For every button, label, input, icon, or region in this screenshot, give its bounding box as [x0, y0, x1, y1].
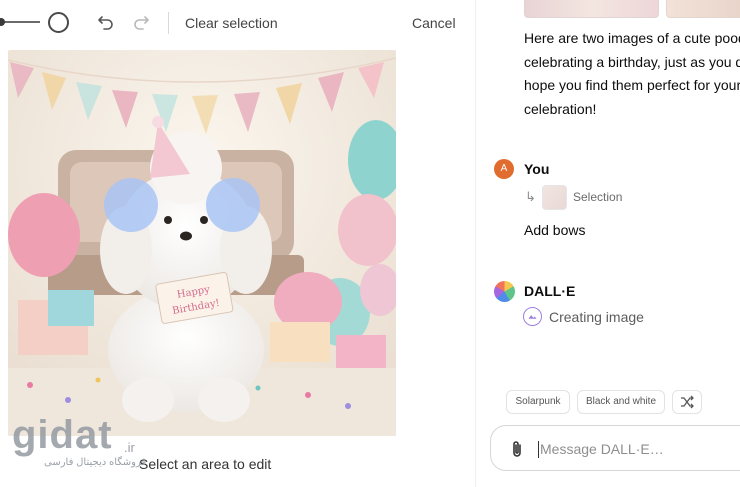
brush-size-slider-thumb[interactable]	[48, 12, 69, 33]
suggestion-chip-black-and-white[interactable]: Black and white	[577, 390, 665, 414]
reply-line: hope you find them perfect for your	[524, 77, 740, 93]
watermark-logo: gidat	[12, 413, 113, 457]
reply-arrow-icon: ↳	[525, 189, 536, 204]
chat-pane: Here are two images of a cute poodle cel…	[476, 0, 740, 487]
creating-image-status: Creating image	[549, 309, 644, 325]
user-avatar: A	[494, 159, 514, 179]
message-input[interactable]	[540, 438, 740, 460]
image-editor-pane: Clear selection Cancel Happy Birthday! S…	[0, 0, 476, 487]
watermark-tagline: فروشگاه دیجیتال فارسی	[44, 457, 147, 468]
undo-icon[interactable]	[96, 12, 116, 32]
reply-line: Here are two images of a cute poodle	[524, 30, 740, 46]
editor-toolbar: Clear selection Cancel	[0, 0, 476, 46]
reply-line: celebration!	[524, 100, 597, 117]
poodle-birthday-image: Happy Birthday!	[8, 50, 396, 436]
message-composer	[490, 425, 740, 471]
toolbar-divider	[168, 12, 169, 34]
suggestion-chip-solarpunk[interactable]: Solarpunk	[506, 390, 570, 414]
user-name: You	[524, 161, 550, 177]
brush-size-min-dot	[0, 18, 5, 26]
assistant-name: DALL·E	[524, 283, 576, 299]
creating-image-icon	[523, 307, 542, 326]
text-caret	[538, 441, 539, 458]
generated-image-thumbnail-1[interactable]	[524, 0, 659, 18]
clear-selection-button[interactable]: Clear selection	[185, 15, 278, 31]
selection-brush-mark-right[interactable]	[206, 178, 260, 232]
cancel-button[interactable]: Cancel	[412, 15, 456, 31]
generated-image-thumbnail-2[interactable]	[666, 0, 740, 18]
attach-paperclip-icon[interactable]	[508, 439, 526, 459]
assistant-reply-text: Here are two images of a cute poodle cel…	[524, 27, 740, 121]
redo-icon[interactable]	[131, 12, 151, 32]
selection-label: Selection	[573, 190, 623, 204]
dalle-avatar	[494, 281, 515, 302]
edit-canvas[interactable]: Happy Birthday!	[8, 50, 396, 436]
site-watermark: gidat .ir فروشگاه دیجیتال فارسی	[12, 413, 162, 473]
selection-brush-mark-left[interactable]	[104, 178, 158, 232]
reply-line: celebrating a birthday, just as you de	[524, 53, 740, 70]
selection-thumbnail[interactable]	[542, 185, 567, 210]
shuffle-icon	[681, 395, 694, 409]
watermark-domain: .ir	[124, 440, 135, 455]
user-message-text: Add bows	[524, 222, 586, 238]
brush-size-slider-track[interactable]	[0, 21, 40, 23]
shuffle-suggestions-button[interactable]	[672, 390, 702, 414]
